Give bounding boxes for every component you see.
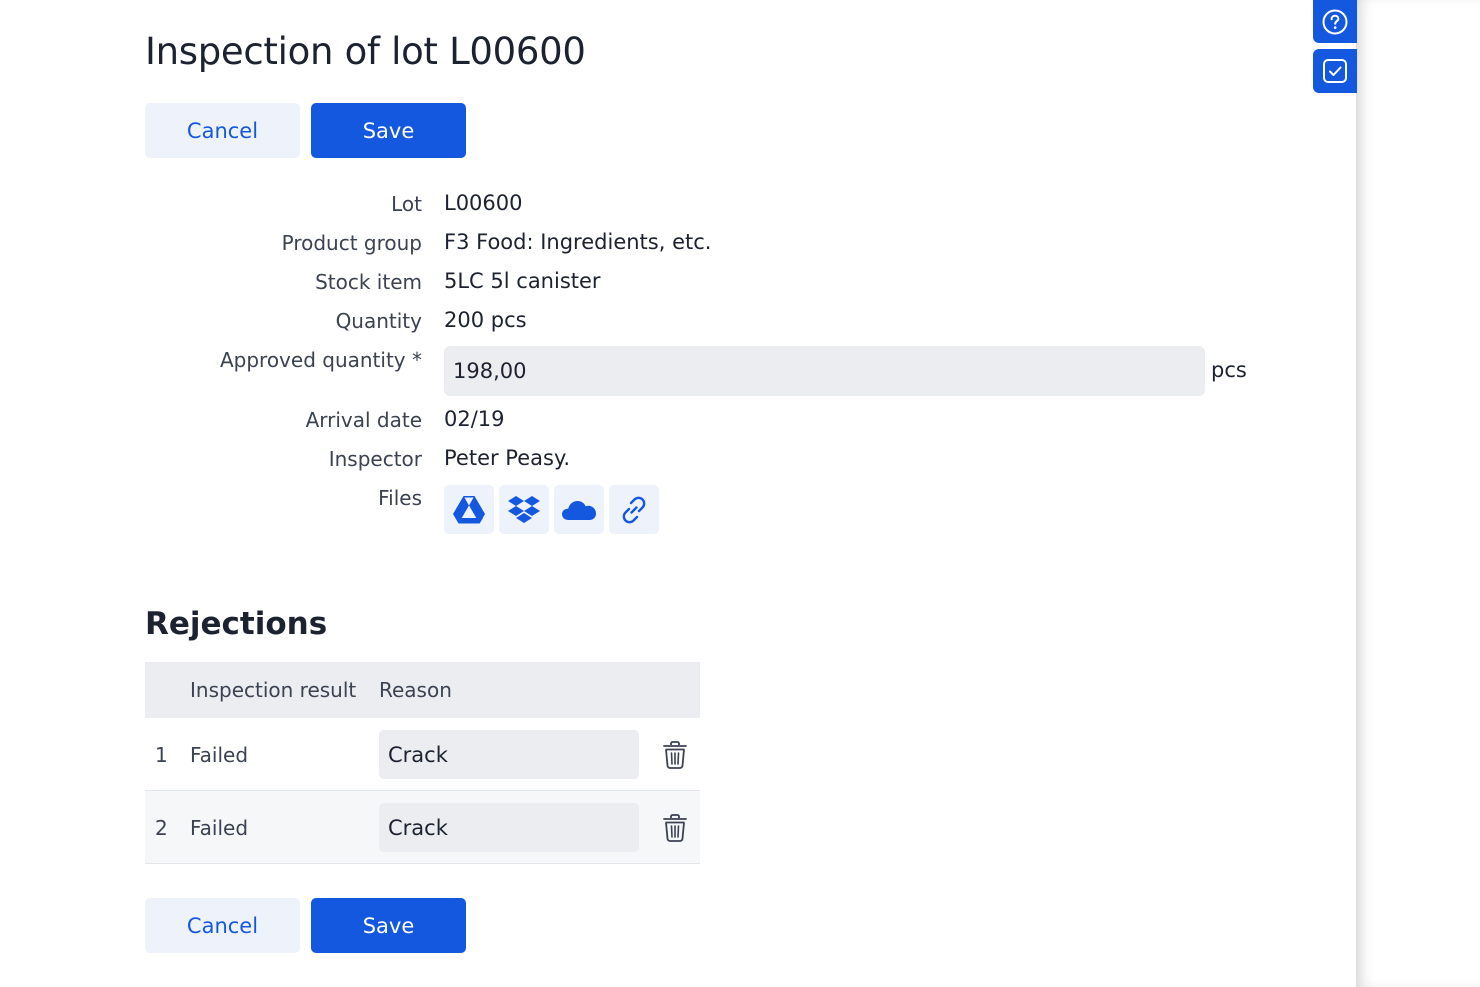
trash-icon [663,741,687,769]
table-row: 2 Failed [145,791,700,864]
stock-item-label: Stock item [315,270,422,294]
product-group-value: F3 Food: Ingredients, etc. [444,230,712,254]
row-inspection-result: Failed [190,816,249,840]
page-title: Inspection of lot L00600 [145,30,586,73]
tasks-button[interactable] [1313,49,1357,93]
rejections-title: Rejections [145,606,328,642]
row-number: 1 [155,743,168,767]
help-button[interactable] [1313,0,1357,43]
save-button-bottom[interactable]: Save [311,898,466,953]
onedrive-icon [562,500,596,520]
dropbox-icon [508,495,540,523]
tasks-icon [1323,59,1347,83]
table-row: 1 Failed [145,718,700,791]
onedrive-button[interactable] [554,485,604,534]
save-button-top[interactable]: Save [311,103,466,158]
cancel-button-bottom[interactable]: Cancel [145,898,300,953]
inspector-value: Peter Peasy. [444,446,571,470]
link-button[interactable] [609,485,659,534]
quantity-label: Quantity [335,309,422,333]
stock-item-value: 5LC 5l canister [444,269,601,293]
delete-row-button[interactable] [661,813,689,843]
inspector-label: Inspector [328,447,422,471]
row-inspection-result: Failed [190,743,249,767]
row-number: 2 [155,816,168,840]
column-header-reason: Reason [379,678,452,702]
approved-quantity-label: Approved quantity * [219,348,422,372]
cancel-button-top[interactable]: Cancel [145,103,300,158]
lot-label: Lot [391,192,422,216]
product-group-label: Product group [281,231,422,255]
dropbox-button[interactable] [499,485,549,534]
rejections-table: Inspection result Reason 1 Failed 2 Fail… [145,662,700,864]
trash-icon [663,814,687,842]
side-rail [1356,0,1480,987]
table-header: Inspection result Reason [145,662,700,718]
row-reason-input[interactable] [379,730,639,779]
column-header-inspection-result: Inspection result [190,678,357,702]
approved-quantity-unit: pcs [1211,358,1247,382]
google-drive-icon [453,495,485,523]
arrival-date-label: Arrival date [305,408,422,432]
quantity-value: 200 pcs [444,308,527,332]
help-icon [1322,9,1348,34]
inspection-page: Inspection of lot L00600 Cancel Save Lot… [0,0,1480,987]
link-icon [622,496,646,523]
delete-row-button[interactable] [661,740,689,770]
files-label: Files [378,486,422,510]
row-reason-input[interactable] [379,803,639,852]
google-drive-button[interactable] [444,485,494,534]
arrival-date-value: 02/19 [444,407,505,431]
lot-value: L00600 [444,191,523,215]
approved-quantity-input[interactable] [444,346,1205,396]
